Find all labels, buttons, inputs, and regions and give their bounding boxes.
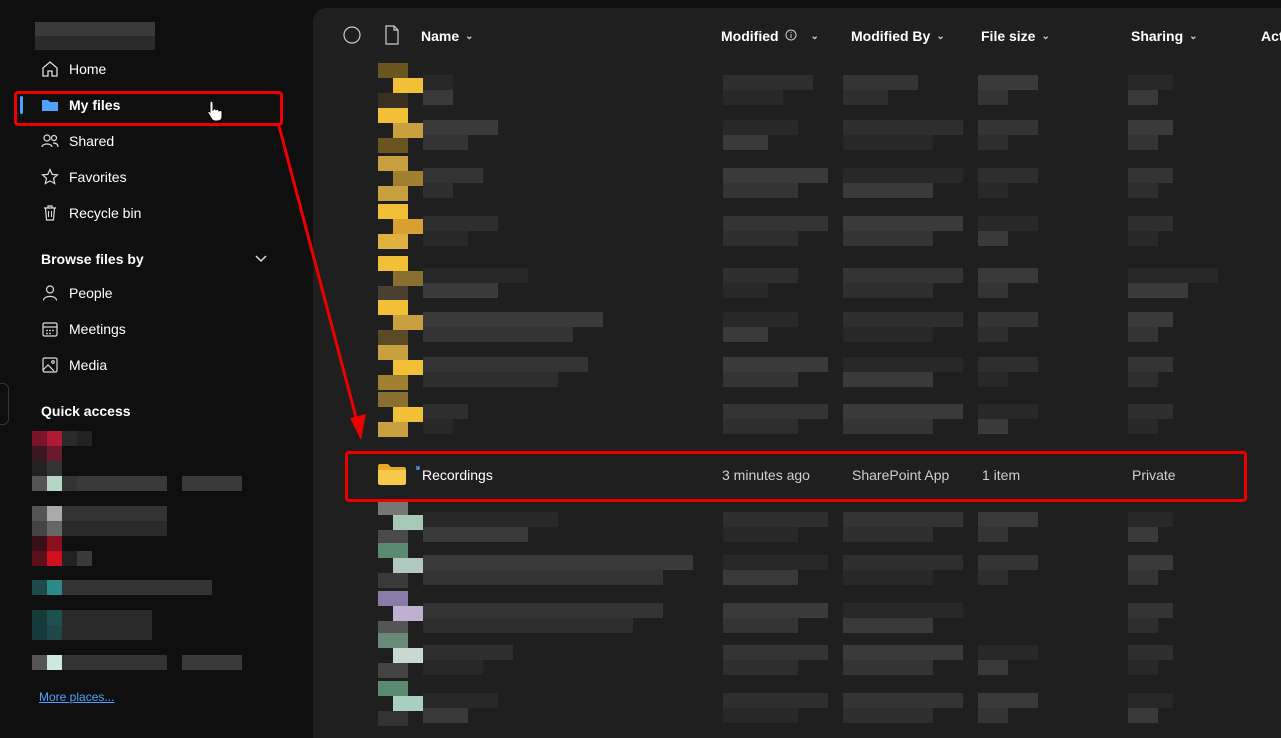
annotation-arrow: [277, 125, 366, 440]
collapse-handle[interactable]: [0, 383, 9, 425]
